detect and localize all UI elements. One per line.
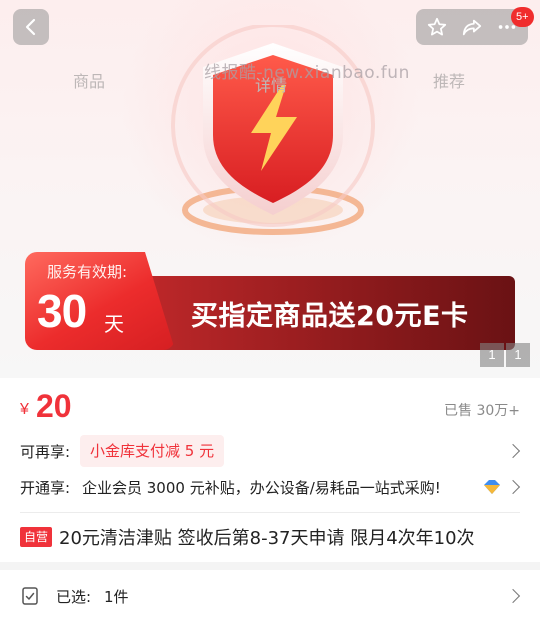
product-hero: 5+ 商品 详情 推荐 线报酷-new.xianbao.fun 服务有效期: 3…: [0, 0, 540, 378]
selected-label: 已选:: [56, 588, 92, 606]
discount-pill[interactable]: 小金库支付减 5 元: [80, 435, 225, 467]
share-icon[interactable]: [459, 14, 485, 40]
service-text: 20元清洁津贴 签收后第8-37天申请 限月4次年10次: [59, 528, 475, 549]
back-button[interactable]: [13, 9, 49, 45]
validity-label: 服务有效期:: [47, 263, 128, 281]
tab-recommend[interactable]: 推荐: [433, 68, 465, 92]
notification-badge: 5+: [511, 7, 534, 27]
price-value: 20: [36, 388, 72, 424]
price-currency: ¥: [20, 401, 29, 418]
chevron-left-icon: [25, 18, 36, 36]
image-page-current: 1: [480, 343, 504, 367]
sold-count: 已售 30万+: [444, 403, 520, 419]
chevron-right-icon: [505, 443, 521, 459]
checklist-icon: [20, 586, 40, 606]
membership-row[interactable]: 开通享: 企业会员 3000 元补贴，办公设备/易耗品一站式采购!: [0, 474, 540, 500]
self-operated-tag: 自营: [20, 527, 53, 547]
validity-unit: 天: [104, 312, 124, 336]
watermark: 线报酷-new.xianbao.fun: [204, 63, 410, 83]
extra-discount-row[interactable]: 可再享: 小金库支付减 5 元: [0, 434, 540, 468]
selected-value: 1件: [104, 588, 129, 606]
selected-spec-row[interactable]: 已选: 1件: [0, 578, 540, 614]
divider: [20, 512, 520, 513]
promo-banner: 服务有效期: 30 天 买指定商品送20元E卡: [25, 252, 515, 350]
extra-discount-label: 可再享:: [20, 442, 71, 461]
section-gap: [0, 562, 540, 570]
tab-product[interactable]: 商品: [73, 68, 105, 92]
chevron-right-icon: [505, 479, 521, 495]
chevron-right-icon: [505, 588, 521, 604]
image-page-total: 1: [506, 343, 530, 367]
star-icon[interactable]: [424, 14, 450, 40]
membership-label: 开通享:: [20, 478, 71, 497]
promo-text: 买指定商品送20元E卡: [191, 301, 469, 332]
membership-text: 企业会员 3000 元补贴，办公设备/易耗品一站式采购!: [82, 478, 441, 497]
validity-value: 30: [37, 285, 87, 337]
service-row: 自营 20元清洁津贴 签收后第8-37天申请 限月4次年10次: [0, 522, 540, 552]
vip-diamond-icon: [482, 478, 502, 496]
